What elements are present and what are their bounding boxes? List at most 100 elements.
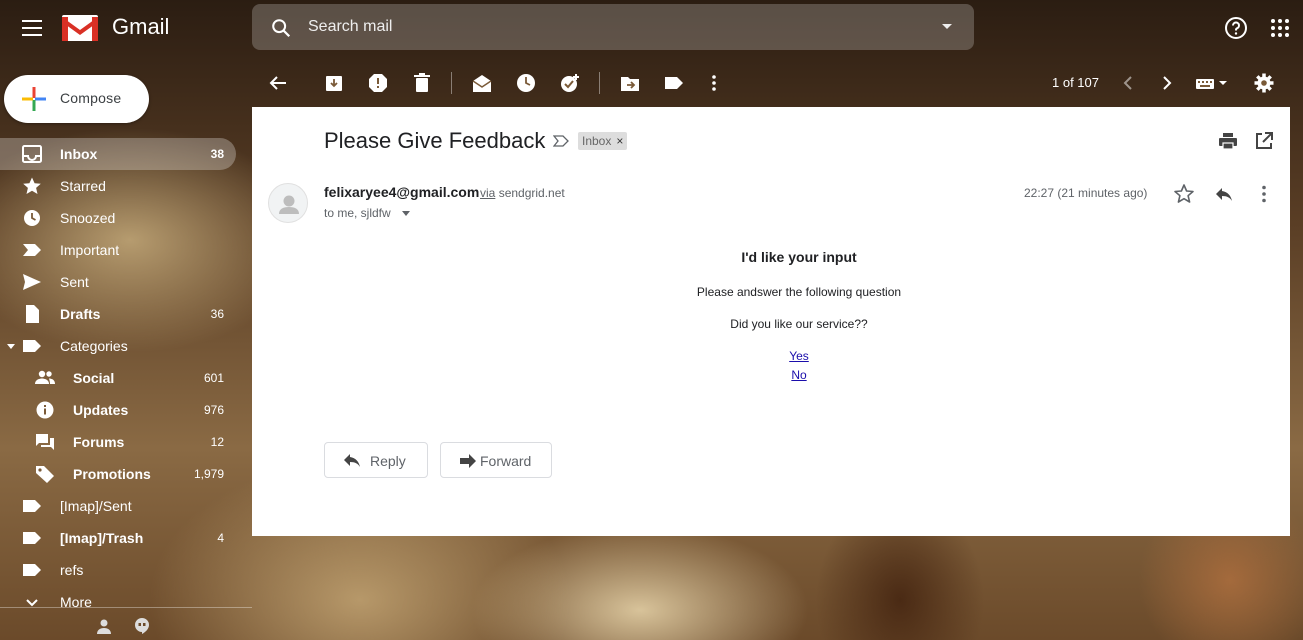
show-details-caret-icon[interactable] [402, 211, 410, 216]
sender-email[interactable]: felixaryee4@gmail.com [324, 184, 479, 200]
sidebar-item-promotions[interactable]: Promotions 1,979 [0, 458, 236, 490]
search-icon[interactable] [270, 17, 292, 39]
sidebar-item-forums[interactable]: Forums 12 [0, 426, 236, 458]
sidebar-item-starred[interactable]: Starred [0, 170, 236, 202]
sidebar-item-label: Categories [60, 338, 128, 354]
sidebar-item-imap-sent[interactable]: [Imap]/Sent [0, 490, 236, 522]
message-panel: Please Give Feedback Inbox × felixaryee4@… [252, 107, 1290, 536]
sidebar-item-label: Inbox [60, 146, 98, 162]
reply-button[interactable]: Reply [324, 442, 428, 478]
no-link[interactable]: No [791, 368, 806, 382]
more-vert-icon[interactable] [704, 73, 724, 93]
sidebar-item-label: Starred [60, 178, 106, 194]
sidebar-item-inbox[interactable]: Inbox 38 [0, 138, 236, 170]
info-icon [36, 401, 54, 419]
snooze-clock-icon[interactable] [516, 73, 536, 93]
newer-chevron-right-icon[interactable] [1157, 73, 1177, 93]
via-domain: sendgrid.net [498, 186, 565, 200]
sidebar-nav: Inbox 38 Starred Snoozed Important Sent … [0, 138, 252, 618]
sidebar-item-label: Forums [73, 434, 125, 450]
open-in-new-window-icon[interactable] [1254, 131, 1274, 151]
sidebar-item-label: Social [73, 370, 115, 386]
via-link[interactable]: via [480, 186, 495, 200]
toolbar-separator [451, 72, 452, 94]
chevron-down-icon [26, 599, 38, 607]
sidebar-item-label: Drafts [60, 306, 101, 322]
main-menu-icon[interactable] [20, 16, 44, 40]
yes-link-row: Yes [252, 349, 1303, 363]
forum-icon [36, 434, 54, 450]
top-bar: Gmail [0, 0, 1303, 58]
sidebar-item-count: 4 [217, 531, 224, 545]
archive-icon[interactable] [324, 73, 344, 93]
sidebar-item-more[interactable]: More [0, 586, 236, 618]
compose-label: Compose [60, 90, 122, 106]
gmail-logo[interactable] [62, 13, 98, 41]
add-to-tasks-icon[interactable] [560, 73, 580, 93]
label-as-icon[interactable] [664, 73, 684, 93]
default-avatar-icon [279, 195, 299, 214]
label-icon [23, 532, 41, 544]
sidebar-divider [0, 607, 252, 608]
settings-gear-icon[interactable] [1254, 73, 1274, 93]
remove-label-close-icon[interactable]: × [616, 134, 623, 148]
help-icon[interactable] [1224, 16, 1248, 40]
inbox-icon [22, 145, 42, 163]
reply-arrow-icon[interactable] [1213, 183, 1235, 205]
label-icon [23, 500, 41, 512]
sidebar-item-updates[interactable]: Updates 976 [0, 394, 236, 426]
importance-marker-icon[interactable] [553, 135, 569, 147]
via-info: via sendgrid.net [480, 186, 565, 200]
delete-icon[interactable] [412, 73, 432, 93]
sidebar-item-label: Sent [60, 274, 89, 290]
sidebar-item-label: [Imap]/Sent [60, 498, 132, 514]
input-tools-keyboard-icon[interactable] [1195, 73, 1231, 93]
sidebar-item-label: refs [60, 562, 84, 578]
label-icon [23, 340, 41, 352]
pager-text: 1 of 107 [1052, 75, 1099, 90]
people-icon [35, 370, 55, 384]
mark-unread-icon[interactable] [472, 73, 492, 93]
back-arrow-icon[interactable] [268, 73, 288, 93]
more-options-icon[interactable] [1253, 183, 1275, 205]
message-toolbar: 1 of 107 [252, 58, 1303, 108]
star-toggle-icon[interactable] [1173, 183, 1195, 205]
label-chip-text: Inbox [582, 134, 612, 148]
toolbar-separator [599, 72, 600, 94]
inbox-label-chip: Inbox × [578, 132, 628, 150]
search-options-dropdown-icon[interactable] [942, 24, 952, 29]
sidebar-item-categories[interactable]: Categories [0, 330, 236, 362]
report-spam-icon[interactable] [368, 73, 388, 93]
no-link-row: No [252, 368, 1303, 382]
apps-grid-icon[interactable] [1268, 16, 1292, 40]
sidebar-item-label: Promotions [73, 466, 151, 482]
print-icon[interactable] [1218, 131, 1238, 151]
move-to-icon[interactable] [620, 73, 640, 93]
sender-avatar [268, 183, 308, 223]
sidebar-item-sent[interactable]: Sent [0, 266, 236, 298]
contacts-person-icon[interactable] [96, 618, 112, 634]
sidebar-item-count: 36 [210, 307, 224, 321]
sidebar-item-imap-trash[interactable]: [Imap]/Trash 4 [0, 522, 236, 554]
sidebar-item-count: 976 [203, 403, 224, 417]
sidebar-item-refs[interactable]: refs [0, 554, 236, 586]
search-input[interactable] [308, 16, 908, 38]
forward-button[interactable]: Forward [440, 442, 552, 478]
message-subject: Please Give Feedback [324, 128, 546, 153]
sidebar-item-important[interactable]: Important [0, 234, 236, 266]
star-icon [23, 177, 41, 194]
yes-link[interactable]: Yes [789, 349, 809, 363]
sidebar-item-count: 1,979 [193, 467, 224, 481]
sidebar-item-count: 38 [210, 147, 224, 161]
compose-button[interactable]: Compose [4, 75, 149, 123]
older-chevron-left-icon[interactable] [1118, 73, 1138, 93]
draft-icon [26, 305, 39, 323]
hangouts-icon[interactable] [134, 618, 150, 634]
sidebar-item-snoozed[interactable]: Snoozed [0, 202, 236, 234]
forward-button-label: Forward [480, 453, 532, 469]
reply-button-label: Reply [370, 453, 406, 469]
expand-caret-icon[interactable] [7, 344, 15, 349]
sidebar-item-drafts[interactable]: Drafts 36 [0, 298, 236, 330]
important-icon [23, 244, 41, 256]
sidebar-item-social[interactable]: Social 601 [0, 362, 236, 394]
